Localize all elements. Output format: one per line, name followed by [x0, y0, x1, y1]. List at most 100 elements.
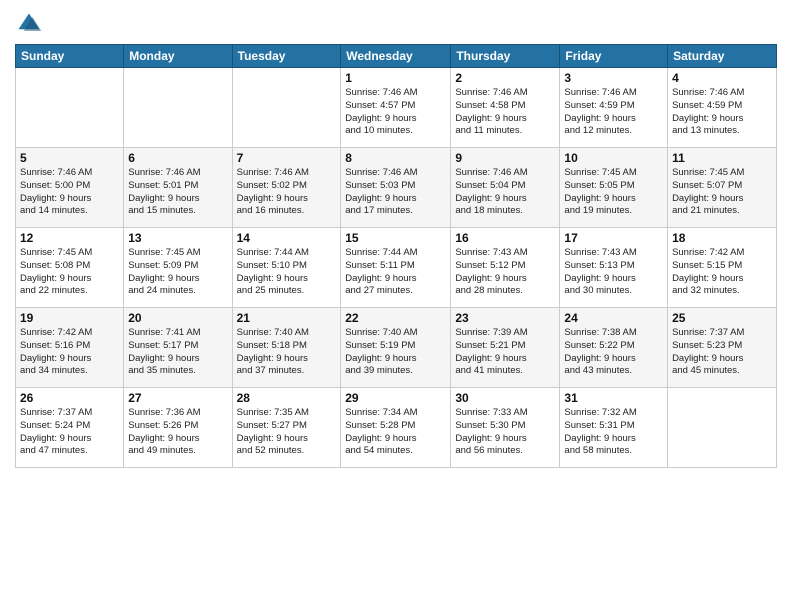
- calendar-cell: 28 Sunrise: 7:35 AM Sunset: 5:27 PM Dayli…: [232, 388, 341, 468]
- day-detail: Sunrise: 7:44 AM Sunset: 5:10 PM Dayligh…: [237, 247, 337, 298]
- day-number: 10: [564, 151, 663, 165]
- day-detail: Sunrise: 7:42 AM Sunset: 5:15 PM Dayligh…: [672, 247, 772, 298]
- day-detail: Sunrise: 7:42 AM Sunset: 5:16 PM Dayligh…: [20, 327, 119, 378]
- day-detail: Sunrise: 7:46 AM Sunset: 5:00 PM Dayligh…: [20, 167, 119, 218]
- day-detail: Sunrise: 7:46 AM Sunset: 5:03 PM Dayligh…: [345, 167, 446, 218]
- day-number: 29: [345, 391, 446, 405]
- calendar-cell: 25 Sunrise: 7:37 AM Sunset: 5:23 PM Dayli…: [668, 308, 777, 388]
- calendar-cell: 26 Sunrise: 7:37 AM Sunset: 5:24 PM Dayli…: [16, 388, 124, 468]
- day-header-wednesday: Wednesday: [341, 45, 451, 68]
- day-number: 24: [564, 311, 663, 325]
- day-header-saturday: Saturday: [668, 45, 777, 68]
- calendar-cell: 30 Sunrise: 7:33 AM Sunset: 5:30 PM Dayli…: [451, 388, 560, 468]
- calendar-week-5: 26 Sunrise: 7:37 AM Sunset: 5:24 PM Dayli…: [16, 388, 777, 468]
- day-number: 16: [455, 231, 555, 245]
- calendar-cell: 11 Sunrise: 7:45 AM Sunset: 5:07 PM Dayli…: [668, 148, 777, 228]
- day-number: 5: [20, 151, 119, 165]
- calendar-cell: 22 Sunrise: 7:40 AM Sunset: 5:19 PM Dayli…: [341, 308, 451, 388]
- calendar-cell: 23Sunrise: 7:39 AM Sunset: 5:21 PM Dayli…: [451, 308, 560, 388]
- day-detail: Sunrise: 7:37 AM Sunset: 5:24 PM Dayligh…: [20, 407, 119, 458]
- day-number: 18: [672, 231, 772, 245]
- day-number: 28: [237, 391, 337, 405]
- day-detail: Sunrise: 7:37 AM Sunset: 5:23 PM Dayligh…: [672, 327, 772, 378]
- day-number: 13: [128, 231, 227, 245]
- calendar-cell: 18 Sunrise: 7:42 AM Sunset: 5:15 PM Dayli…: [668, 228, 777, 308]
- calendar-cell: 17 Sunrise: 7:43 AM Sunset: 5:13 PM Dayli…: [560, 228, 668, 308]
- day-number: 2: [455, 71, 555, 85]
- calendar-week-2: 5 Sunrise: 7:46 AM Sunset: 5:00 PM Daylig…: [16, 148, 777, 228]
- day-detail: Sunrise: 7:46 AM Sunset: 5:01 PM Dayligh…: [128, 167, 227, 218]
- calendar-cell: 2 Sunrise: 7:46 AM Sunset: 4:58 PM Daylig…: [451, 68, 560, 148]
- day-detail: Sunrise: 7:41 AM Sunset: 5:17 PM Dayligh…: [128, 327, 227, 378]
- day-detail: Sunrise: 7:36 AM Sunset: 5:26 PM Dayligh…: [128, 407, 227, 458]
- day-detail: Sunrise: 7:46 AM Sunset: 4:58 PM Dayligh…: [455, 87, 555, 138]
- day-number: 7: [237, 151, 337, 165]
- day-detail: Sunrise: 7:45 AM Sunset: 5:07 PM Dayligh…: [672, 167, 772, 218]
- logo: [15, 10, 47, 38]
- day-number: 4: [672, 71, 772, 85]
- day-detail: Sunrise: 7:46 AM Sunset: 4:57 PM Dayligh…: [345, 87, 446, 138]
- calendar-week-3: 12 Sunrise: 7:45 AM Sunset: 5:08 PM Dayli…: [16, 228, 777, 308]
- day-detail: Sunrise: 7:40 AM Sunset: 5:18 PM Dayligh…: [237, 327, 337, 378]
- day-number: 20: [128, 311, 227, 325]
- day-detail: Sunrise: 7:43 AM Sunset: 5:12 PM Dayligh…: [455, 247, 555, 298]
- calendar-cell: 8 Sunrise: 7:46 AM Sunset: 5:03 PM Daylig…: [341, 148, 451, 228]
- calendar-cell: 14 Sunrise: 7:44 AM Sunset: 5:10 PM Dayli…: [232, 228, 341, 308]
- day-number: 6: [128, 151, 227, 165]
- calendar-cell: 4 Sunrise: 7:46 AM Sunset: 4:59 PM Daylig…: [668, 68, 777, 148]
- calendar-cell: [232, 68, 341, 148]
- calendar-cell: [668, 388, 777, 468]
- day-detail: Sunrise: 7:43 AM Sunset: 5:13 PM Dayligh…: [564, 247, 663, 298]
- calendar-cell: 29 Sunrise: 7:34 AM Sunset: 5:28 PM Dayli…: [341, 388, 451, 468]
- day-detail: Sunrise: 7:35 AM Sunset: 5:27 PM Dayligh…: [237, 407, 337, 458]
- calendar-cell: 9Sunrise: 7:46 AM Sunset: 5:04 PM Daylig…: [451, 148, 560, 228]
- calendar-cell: 13Sunrise: 7:45 AM Sunset: 5:09 PM Dayli…: [124, 228, 232, 308]
- day-detail: Sunrise: 7:34 AM Sunset: 5:28 PM Dayligh…: [345, 407, 446, 458]
- day-detail: Sunrise: 7:46 AM Sunset: 5:02 PM Dayligh…: [237, 167, 337, 218]
- day-number: 17: [564, 231, 663, 245]
- day-number: 25: [672, 311, 772, 325]
- day-number: 11: [672, 151, 772, 165]
- day-detail: Sunrise: 7:45 AM Sunset: 5:08 PM Dayligh…: [20, 247, 119, 298]
- day-number: 22: [345, 311, 446, 325]
- day-detail: Sunrise: 7:39 AM Sunset: 5:21 PM Dayligh…: [455, 327, 555, 378]
- calendar-cell: 16 Sunrise: 7:43 AM Sunset: 5:12 PM Dayli…: [451, 228, 560, 308]
- day-detail: Sunrise: 7:44 AM Sunset: 5:11 PM Dayligh…: [345, 247, 446, 298]
- day-detail: Sunrise: 7:33 AM Sunset: 5:30 PM Dayligh…: [455, 407, 555, 458]
- calendar-cell: 10 Sunrise: 7:45 AM Sunset: 5:05 PM Dayli…: [560, 148, 668, 228]
- calendar-cell: 12 Sunrise: 7:45 AM Sunset: 5:08 PM Dayli…: [16, 228, 124, 308]
- day-header-tuesday: Tuesday: [232, 45, 341, 68]
- day-header-sunday: Sunday: [16, 45, 124, 68]
- calendar-cell: [16, 68, 124, 148]
- day-number: 12: [20, 231, 119, 245]
- calendar-cell: 7 Sunrise: 7:46 AM Sunset: 5:02 PM Daylig…: [232, 148, 341, 228]
- calendar-cell: 20 Sunrise: 7:41 AM Sunset: 5:17 PM Dayli…: [124, 308, 232, 388]
- page: SundayMondayTuesdayWednesdayThursdayFrid…: [0, 0, 792, 612]
- header: [15, 10, 777, 38]
- day-number: 3: [564, 71, 663, 85]
- day-detail: Sunrise: 7:32 AM Sunset: 5:31 PM Dayligh…: [564, 407, 663, 458]
- calendar-week-1: 1 Sunrise: 7:46 AM Sunset: 4:57 PM Daylig…: [16, 68, 777, 148]
- calendar-cell: 27 Sunrise: 7:36 AM Sunset: 5:26 PM Dayli…: [124, 388, 232, 468]
- calendar-cell: 15Sunrise: 7:44 AM Sunset: 5:11 PM Dayli…: [341, 228, 451, 308]
- day-detail: Sunrise: 7:46 AM Sunset: 5:04 PM Dayligh…: [455, 167, 555, 218]
- day-detail: Sunrise: 7:38 AM Sunset: 5:22 PM Dayligh…: [564, 327, 663, 378]
- day-number: 1: [345, 71, 446, 85]
- day-number: 14: [237, 231, 337, 245]
- calendar-week-4: 19 Sunrise: 7:42 AM Sunset: 5:16 PM Dayli…: [16, 308, 777, 388]
- day-number: 30: [455, 391, 555, 405]
- calendar-table: SundayMondayTuesdayWednesdayThursdayFrid…: [15, 44, 777, 468]
- day-detail: Sunrise: 7:40 AM Sunset: 5:19 PM Dayligh…: [345, 327, 446, 378]
- calendar-cell: 5 Sunrise: 7:46 AM Sunset: 5:00 PM Daylig…: [16, 148, 124, 228]
- day-number: 21: [237, 311, 337, 325]
- day-number: 27: [128, 391, 227, 405]
- day-detail: Sunrise: 7:46 AM Sunset: 4:59 PM Dayligh…: [672, 87, 772, 138]
- day-detail: Sunrise: 7:45 AM Sunset: 5:05 PM Dayligh…: [564, 167, 663, 218]
- day-header-friday: Friday: [560, 45, 668, 68]
- day-number: 31: [564, 391, 663, 405]
- day-number: 26: [20, 391, 119, 405]
- calendar-cell: [124, 68, 232, 148]
- calendar-cell: 31 Sunrise: 7:32 AM Sunset: 5:31 PM Dayli…: [560, 388, 668, 468]
- day-number: 19: [20, 311, 119, 325]
- day-number: 8: [345, 151, 446, 165]
